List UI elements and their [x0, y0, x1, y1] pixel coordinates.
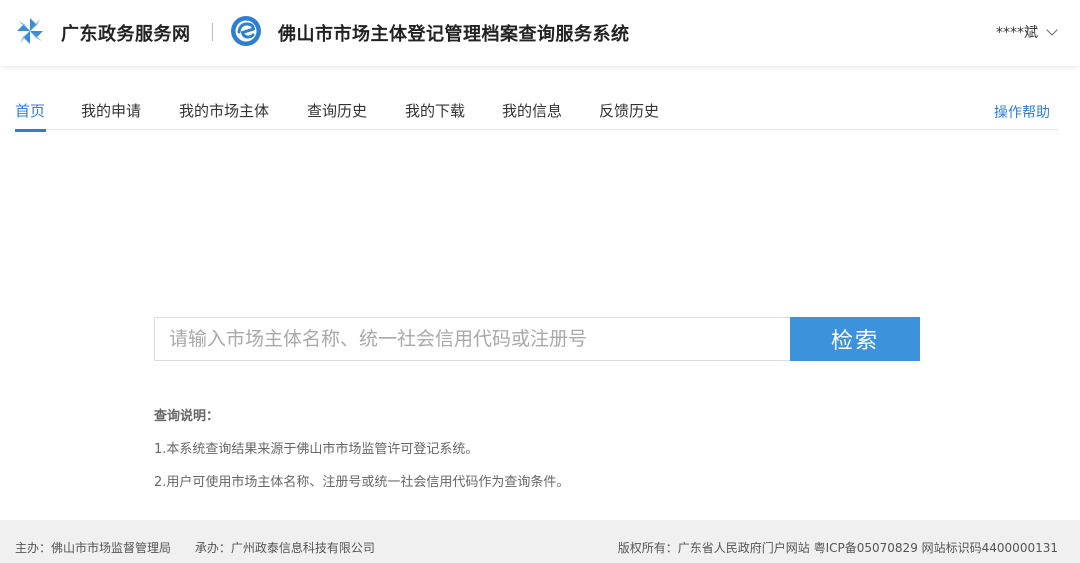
nav-item-feedback-history[interactable]: 反馈历史: [599, 100, 659, 121]
system-e-logo-icon: [231, 16, 261, 46]
footer-copyright: 版权所有：广东省人民政府门户网站 粤ICP备05070829 网站标识码4400…: [617, 541, 1058, 555]
instructions-title: 查询说明：: [154, 409, 220, 424]
nav-item-label: 首页: [15, 102, 46, 120]
nav-item-my-downloads[interactable]: 我的下载: [405, 100, 465, 121]
footer: 主办：佛山市市场监督管理局 承办：广州政泰信息科技有限公司 版权所有：广东省人民…: [0, 520, 1080, 563]
footer-organizers: 主办：佛山市市场监督管理局 承办：广州政泰信息科技有限公司: [15, 539, 375, 556]
header-divider: [212, 23, 213, 41]
nav-item-home[interactable]: 首页: [15, 100, 46, 132]
chevron-down-icon[interactable]: [1046, 24, 1058, 36]
nav-item-my-entities[interactable]: 我的市场主体: [179, 100, 269, 121]
nav-item-my-applications[interactable]: 我的申请: [81, 100, 141, 121]
user-name[interactable]: ****斌: [996, 22, 1038, 42]
nav-item-query-history[interactable]: 查询历史: [307, 100, 367, 121]
main-nav: 首页 我的申请 我的市场主体 查询历史 我的下载 我的信息 反馈历史 操作帮助: [15, 92, 1058, 132]
instruction-line-2: 2.用户可使用市场主体名称、注册号或统一社会信用代码作为查询条件。: [154, 475, 570, 490]
system-name: 佛山市市场主体登记管理档案查询服务系统: [278, 24, 630, 45]
search-input[interactable]: [154, 317, 790, 361]
user-menu[interactable]: ****斌: [996, 22, 1058, 42]
instruction-line-1: 1.本系统查询结果来源于佛山市市场监管许可登记系统。: [154, 442, 479, 457]
active-tab-indicator: [15, 129, 46, 132]
nav-item-my-info[interactable]: 我的信息: [502, 100, 562, 121]
top-header: 广东政务服务网 佛山市市场主体登记管理档案查询服务系统 ****斌: [0, 0, 1080, 66]
search-button[interactable]: 检索: [790, 317, 920, 361]
portal-pinwheel-icon[interactable]: [15, 16, 45, 46]
footer-undertaker: 承办：广州政泰信息科技有限公司: [194, 541, 375, 555]
search-bar: 检索: [154, 317, 920, 361]
query-instructions: 查询说明： 1.本系统查询结果来源于佛山市市场监管许可登记系统。 2.用户可使用…: [154, 405, 569, 490]
footer-organizer: 主办：佛山市市场监督管理局: [15, 541, 172, 555]
help-link[interactable]: 操作帮助: [994, 102, 1050, 122]
portal-name[interactable]: 广东政务服务网: [61, 20, 191, 46]
